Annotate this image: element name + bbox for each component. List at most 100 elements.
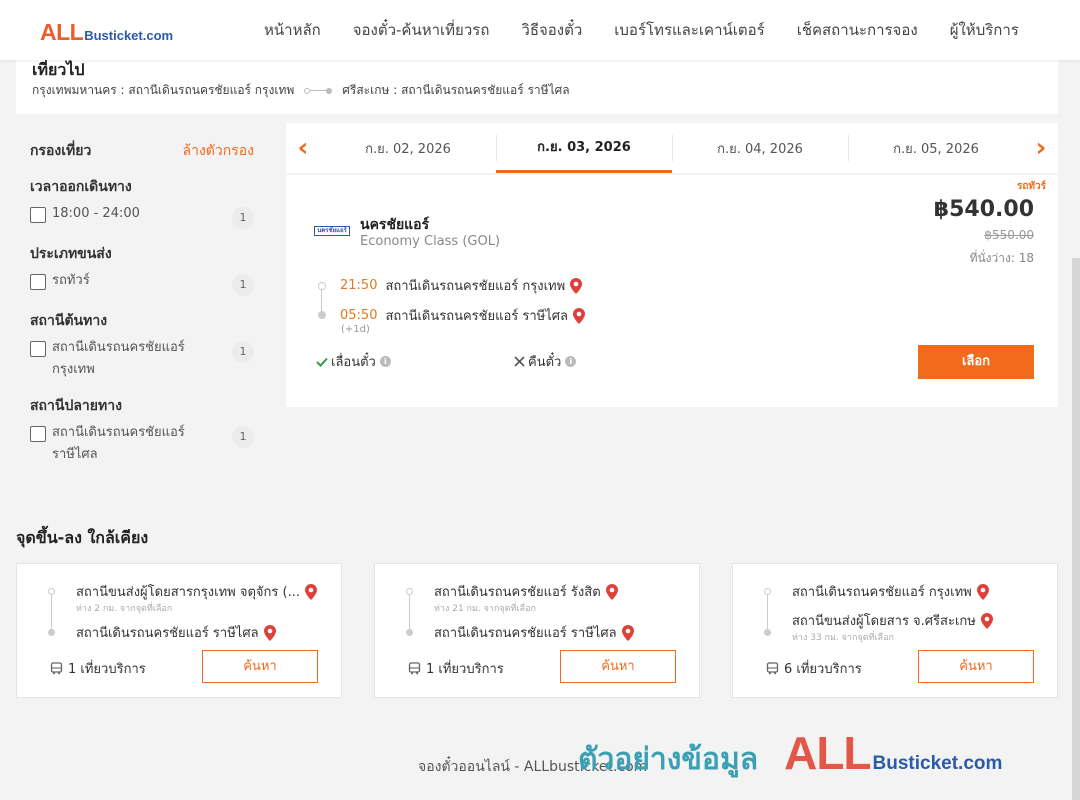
filter-group-title: เวลาออกเดินทาง (30, 179, 132, 195)
route-connector-icon (304, 87, 333, 94)
nearby-to-distance: ห่าง 33 กม. จากจุดที่เลือก (792, 633, 894, 643)
nav-check-booking[interactable]: เช็คสถานะการจอง (781, 18, 934, 42)
nearby-from: สถานีขนส่งผู้โดยสารกรุงเทพ จตุจักร (... (76, 581, 317, 602)
filter-title: กรองเที่ยว (30, 143, 92, 159)
arrival-row: 05:50 สถานีเดินรถนครชัยแอร์ ราษีไศล (340, 305, 586, 326)
watermark-logo-busticket: Busticket.com (872, 753, 1003, 774)
filter-group-destination-station: สถานีปลายทาง สถานีเดินรถนครชัยแอร์ ราษีไ… (16, 395, 270, 466)
trip-count-label: 1 เที่ยวบริการ (426, 662, 504, 677)
nearby-trip-count: 1 เที่ยวบริการ (408, 658, 504, 679)
nearby-to-station: สถานีขนส่งผู้โดยสาร จ.ศรีสะเกษ (792, 614, 976, 629)
filter-sidebar: กรองเที่ยว ล้างตัวกรอง เวลาออกเดินทาง 18… (16, 126, 270, 466)
checkbox[interactable] (30, 207, 46, 223)
filter-option-count: 1 (232, 426, 254, 448)
departure-row: 21:50 สถานีเดินรถนครชัยแอร์ กรุงเทพ (340, 275, 583, 296)
arrival-time: 05:50 (340, 308, 378, 323)
nearby-to: สถานีขนส่งผู้โดยสาร จ.ศรีสะเกษ (792, 610, 993, 631)
filter-option[interactable]: 18:00 - 24:00 1 (30, 206, 256, 229)
map-pin-icon[interactable] (605, 583, 618, 600)
nearby-from: สถานีเดินรถนครชัยแอร์ รังสิต (434, 581, 618, 602)
filter-option[interactable]: สถานีเดินรถนครชัยแอร์ ราษีไศล 1 (30, 425, 256, 466)
nearby-search-button[interactable]: ค้นหา (202, 650, 318, 683)
chevron-left-icon[interactable]: ‹ (286, 123, 320, 173)
nav-how-to-book[interactable]: วิธีจองตั๋ว (505, 18, 598, 42)
trip-result-card: รถทัวร์ นครชัยแอร์ นครชัยแอร์ Economy Cl… (286, 175, 1058, 407)
clear-filters-link[interactable]: ล้างตัวกรอง (183, 140, 254, 162)
seats-available: ที่นั่งว่าง: 18 (969, 251, 1034, 265)
filter-group-title: สถานีต้นทาง (30, 313, 108, 329)
filter-group-transport-type: ประเภทขนส่ง รถทัวร์ 1 (16, 243, 270, 296)
trip-timeline: 21:50 สถานีเดินรถนครชัยแอร์ กรุงเทพ 05:5… (318, 275, 618, 337)
nearby-to: สถานีเดินรถนครชัยแอร์ ราษีไศล (76, 622, 276, 643)
map-pin-icon[interactable] (573, 307, 586, 324)
page-scrollbar[interactable] (1072, 258, 1080, 800)
original-price: ฿550.00 (984, 228, 1034, 242)
nearby-from-distance: ห่าง 2 กม. จากจุดที่เลือก (76, 604, 173, 614)
main-nav: หน้าหลัก จองตั๋ว-ค้นหาเที่ยวรถ วิธีจองตั… (248, 0, 1035, 60)
nearby-to: สถานีเดินรถนครชัยแอร์ ราษีไศล (434, 622, 634, 643)
trip-summary: เที่ยวไป กรุงเทพมหานคร : สถานีเดินรถนครช… (16, 56, 1058, 114)
operator-logo: นครชัยแอร์ (314, 226, 350, 236)
nearby-trip-count: 1 เที่ยวบริการ (50, 658, 146, 679)
nearby-from-station: สถานีเดินรถนครชัยแอร์ รังสิต (434, 585, 601, 600)
nav-operators[interactable]: ผู้ให้บริการ (934, 18, 1035, 42)
nearby-search-button[interactable]: ค้นหา (560, 650, 676, 683)
filter-group-title: สถานีปลายทาง (30, 398, 122, 414)
bus-icon (408, 662, 421, 675)
map-pin-icon[interactable] (621, 624, 634, 641)
filter-option[interactable]: สถานีเดินรถนครชัยแอร์ กรุงเทพ 1 (30, 340, 256, 381)
top-navbar: ALL Busticket.com หน้าหลัก จองตั๋ว-ค้นหา… (0, 0, 1080, 60)
map-pin-icon[interactable] (976, 583, 989, 600)
bus-icon (50, 662, 63, 675)
nearby-title: จุดขึ้น-ลง ใกล้เคียง (16, 528, 149, 547)
site-logo[interactable]: ALL Busticket.com (40, 19, 173, 46)
reschedule-label: เลื่อนตั๋ว (331, 355, 376, 370)
reschedule-policy[interactable]: เลื่อนตั๋ว i (316, 351, 391, 372)
nearby-search-button[interactable]: ค้นหา (918, 650, 1034, 683)
chevron-right-icon[interactable]: › (1024, 123, 1058, 173)
ticket-price: ฿540.00 (933, 197, 1034, 222)
map-pin-icon[interactable] (980, 612, 993, 629)
bus-class: Economy Class (GOL) (360, 234, 501, 249)
info-icon[interactable]: i (565, 356, 577, 367)
checkbox[interactable] (30, 426, 46, 442)
date-tab-active[interactable]: ก.ย. 03, 2026 (496, 123, 672, 173)
nav-home[interactable]: หน้าหลัก (248, 18, 337, 42)
logo-all: ALL (40, 19, 84, 45)
checkbox[interactable] (30, 341, 46, 357)
watermark-logo-all: ALL (784, 727, 871, 779)
map-pin-icon[interactable] (570, 277, 583, 294)
map-pin-icon[interactable] (304, 583, 317, 600)
refund-label: คืนตั๋ว (528, 355, 562, 370)
map-pin-icon[interactable] (263, 624, 276, 641)
filter-option[interactable]: รถทัวร์ 1 (30, 273, 256, 296)
nearby-from-station: สถานีขนส่งผู้โดยสารกรุงเทพ จตุจักร (... (76, 585, 300, 600)
nearby-card: สถานีเดินรถนครชัยแอร์ รังสิต ห่าง 21 กม.… (374, 563, 700, 698)
date-tab[interactable]: ก.ย. 05, 2026 (848, 123, 1024, 173)
nearby-card: สถานีเดินรถนครชัยแอร์ กรุงเทพ สถานีขนส่ง… (732, 563, 1058, 698)
arrival-dot (318, 311, 326, 319)
filter-option-label: สถานีเดินรถนครชัยแอร์ ราษีไศล (52, 425, 185, 462)
nearby-trip-count: 6 เที่ยวบริการ (766, 658, 862, 679)
check-icon (316, 357, 328, 367)
nearby-to-station: สถานีเดินรถนครชัยแอร์ ราษีไศล (434, 626, 617, 641)
date-tab[interactable]: ก.ย. 02, 2026 (320, 123, 496, 173)
filter-group-departure-time: เวลาออกเดินทาง 18:00 - 24:00 1 (16, 176, 270, 229)
nav-phone-counters[interactable]: เบอร์โทรและเคาน์เตอร์ (598, 18, 780, 42)
nearby-from-distance: ห่าง 21 กม. จากจุดที่เลือก (434, 604, 536, 614)
departure-station: สถานีเดินรถนครชัยแอร์ กรุงเทพ (385, 279, 566, 294)
arrival-station: สถานีเดินรถนครชัยแอร์ ราษีไศล (385, 309, 569, 324)
filter-option-count: 1 (232, 341, 254, 363)
refund-policy[interactable]: คืนตั๋ว i (514, 351, 577, 372)
date-tab[interactable]: ก.ย. 04, 2026 (672, 123, 848, 173)
info-icon[interactable]: i (379, 356, 391, 367)
nav-book-search[interactable]: จองตั๋ว-ค้นหาเที่ยวรถ (337, 18, 506, 42)
filter-option-count: 1 (232, 207, 254, 229)
select-trip-button[interactable]: เลือก (918, 345, 1034, 379)
trip-route: กรุงเทพมหานคร : สถานีเดินรถนครชัยแอร์ กร… (32, 81, 570, 100)
filter-group-origin-station: สถานีต้นทาง สถานีเดินรถนครชัยแอร์ กรุงเท… (16, 310, 270, 381)
next-day-indicator: (+1d) (341, 324, 370, 335)
nearby-from-station: สถานีเดินรถนครชัยแอร์ กรุงเทพ (792, 585, 972, 600)
checkbox[interactable] (30, 274, 46, 290)
bus-icon (766, 662, 779, 675)
